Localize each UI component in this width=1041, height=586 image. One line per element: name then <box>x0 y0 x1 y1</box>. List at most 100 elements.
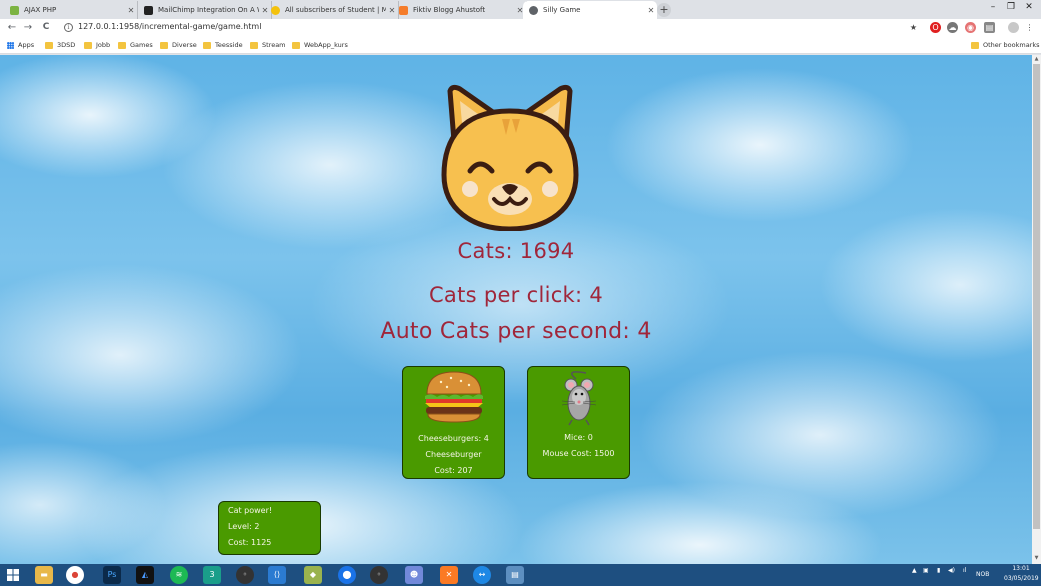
app-icon[interactable]: ◭ <box>136 566 154 584</box>
chrome-icon[interactable]: ● <box>66 566 84 584</box>
tab-title: Silly Game <box>543 6 581 14</box>
network-icon[interactable]: ıl <box>963 567 966 574</box>
cat-power-cost: Cost: 1125 <box>228 538 272 547</box>
bookmark-folder[interactable]: Diverse <box>160 41 197 49</box>
bookmark-label: Stream <box>262 41 286 49</box>
vscode-icon[interactable]: ⟨⟩ <box>268 566 286 584</box>
app-icon[interactable]: 3 <box>203 566 221 584</box>
maximize-icon[interactable]: ❐ <box>1004 2 1018 12</box>
app-icon[interactable]: ◆ <box>304 566 322 584</box>
scroll-down-icon[interactable]: ▼ <box>1032 555 1041 561</box>
bookmark-folder[interactable]: WebApp_kurs <box>292 41 348 49</box>
battery-icon[interactable]: ▮ <box>937 567 940 574</box>
opera-extension-icon[interactable]: O <box>930 22 941 33</box>
cats-per-click: Cats per click: 4 <box>428 283 604 307</box>
close-window-icon[interactable]: ✕ <box>1022 2 1036 12</box>
cat-power-upgrade-button[interactable]: Cat power! Level: 2 Cost: 1125 <box>218 501 321 555</box>
tab-fiktiv-blogg[interactable]: Fiktiv Blogg Ahustoft ✕ <box>393 1 527 19</box>
tab-favicon-icon <box>144 5 153 15</box>
bookmark-label: 3DSD <box>57 41 76 49</box>
reload-icon[interactable]: C <box>39 22 53 32</box>
bookmark-label: Apps <box>18 41 35 49</box>
tab-mailchimp-integration[interactable]: MailChimp Integration On A Wel ✕ <box>138 1 272 19</box>
new-tab-button[interactable]: + <box>657 3 671 17</box>
app-icon[interactable]: ◦ <box>236 566 254 584</box>
windows-taskbar: ▬ ● Ps ◭ ≋ 3 ◦ ⟨⟩ ◆ ⬤ ◦ ☻ ✕ ↔ ▤ ▲ ▣ ▮ ◀)… <box>0 564 1041 586</box>
language-indicator[interactable]: NOB <box>976 571 989 578</box>
bookmark-folder[interactable]: Stream <box>250 41 286 49</box>
file-explorer-icon[interactable]: ▬ <box>35 566 53 584</box>
xampp-icon[interactable]: ✕ <box>440 566 458 584</box>
spotify-icon[interactable]: ≋ <box>170 566 188 584</box>
auto-cats-per-second: Auto Cats per second: 4 <box>380 319 652 344</box>
profile-avatar[interactable] <box>1008 22 1019 33</box>
other-bookmarks[interactable]: Other bookmarks <box>971 41 1040 49</box>
bookmark-label: Other bookmarks <box>983 41 1040 49</box>
clock-time[interactable]: 13:01 <box>1004 565 1038 572</box>
menu-kebab-icon[interactable]: ⋮ <box>1024 22 1035 33</box>
cat-power-title: Cat power! <box>228 506 273 515</box>
forward-icon[interactable]: → <box>21 22 35 33</box>
tab-mailchimp-subscribers[interactable]: All subscribers of Student | Mail ✕ <box>265 1 399 19</box>
cat-power-level: Level: 2 <box>228 522 260 531</box>
cat-clicker-button[interactable] <box>440 83 580 231</box>
site-info-icon[interactable]: i <box>64 23 73 32</box>
page-scrollbar[interactable]: ▲ ▼ <box>1032 55 1041 564</box>
mouse-upgrade-button[interactable]: Mice: 0 Mouse Cost: 1500 <box>527 366 630 479</box>
folder-icon <box>292 41 300 49</box>
bookmark-star-icon[interactable]: ★ <box>908 22 919 33</box>
tab-title: AJAX PHP <box>24 6 57 14</box>
discord-icon[interactable]: ☻ <box>405 566 423 584</box>
close-tab-icon[interactable]: ✕ <box>125 6 137 15</box>
cheeseburger-name: Cheeseburger <box>425 450 482 459</box>
close-tab-icon[interactable]: ✕ <box>645 6 657 15</box>
bookmark-folder[interactable]: Games <box>118 41 153 49</box>
folder-icon <box>45 41 53 49</box>
cheeseburger-upgrade-button[interactable]: Cheeseburgers: 4 Cheeseburger Cost: 207 <box>402 366 505 479</box>
minimize-icon[interactable]: – <box>986 2 1000 12</box>
scroll-up-icon[interactable]: ▲ <box>1032 56 1041 62</box>
extension-icon[interactable]: ◉ <box>965 22 976 33</box>
mice-count: Mice: 0 <box>564 433 593 442</box>
scrollbar-thumb[interactable] <box>1033 64 1040 529</box>
maps-icon[interactable]: ⬤ <box>338 566 356 584</box>
bookmark-folder[interactable]: Jobb <box>84 41 110 49</box>
clock-date[interactable]: 03/05/2019 <box>1004 575 1039 582</box>
bookmark-folder[interactable]: Teesside <box>203 41 243 49</box>
app-icon[interactable]: ◦ <box>370 566 388 584</box>
folder-icon <box>250 41 258 49</box>
address-bar[interactable]: i 127.0.0.1:1958/incremental-game/game.h… <box>58 21 898 36</box>
cheeseburger-icon <box>424 371 483 423</box>
tab-ajax-php[interactable]: AJAX PHP ✕ <box>4 1 138 19</box>
volume-icon[interactable]: ◀) <box>948 567 955 574</box>
bookmark-apps[interactable]: Apps <box>7 41 34 49</box>
app-icon[interactable]: ▤ <box>506 566 524 584</box>
tray-app-icon[interactable]: ▣ <box>923 567 929 574</box>
bookmark-label: Diverse <box>172 41 197 49</box>
cheeseburger-count: Cheeseburgers: 4 <box>418 434 489 443</box>
tab-title: MailChimp Integration On A Wel <box>158 6 259 14</box>
url-text[interactable]: 127.0.0.1:1958/incremental-game/game.htm… <box>78 22 261 31</box>
browser-toolbar: ← → C i 127.0.0.1:1958/incremental-game/… <box>0 19 1041 38</box>
tray-chevron-icon[interactable]: ▲ <box>912 567 917 574</box>
windows-start-icon[interactable] <box>7 569 19 581</box>
teamviewer-icon[interactable]: ↔ <box>473 566 491 584</box>
browser-tab-strip: AJAX PHP ✕ MailChimp Integration On A We… <box>0 0 1041 19</box>
bookmark-folder[interactable]: 3DSD <box>45 41 75 49</box>
cloud-extension-icon[interactable]: ☁ <box>947 22 958 33</box>
tab-silly-game[interactable]: Silly Game ✕ <box>523 1 657 19</box>
tab-title: All subscribers of Student | Mail <box>285 6 386 14</box>
tab-favicon-icon <box>529 5 538 15</box>
bookmark-label: Teesside <box>215 41 243 49</box>
cheeseburger-cost: Cost: 207 <box>434 466 473 475</box>
folder-icon <box>203 41 211 49</box>
mouse-cost: Mouse Cost: 1500 <box>542 449 615 458</box>
tab-title: Fiktiv Blogg Ahustoft <box>413 6 486 14</box>
photoshop-icon[interactable]: Ps <box>103 566 121 584</box>
extension-icon[interactable]: ▤ <box>984 22 995 33</box>
cats-counter: Cats: 1694 <box>457 239 575 263</box>
bookmark-label: Jobb <box>96 41 111 49</box>
back-icon[interactable]: ← <box>5 22 19 33</box>
tab-favicon-icon <box>10 5 19 15</box>
folder-icon <box>971 41 979 49</box>
